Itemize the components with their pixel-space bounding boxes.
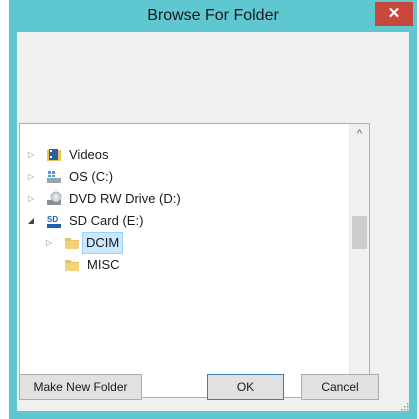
vertical-scrollbar[interactable]: ^ v bbox=[349, 124, 369, 397]
tree-item-label: Videos bbox=[69, 147, 109, 162]
resize-grip-icon[interactable] bbox=[399, 401, 409, 411]
close-icon: ✕ bbox=[387, 5, 401, 22]
windows-drive-icon bbox=[47, 171, 61, 183]
tree-item-label: DCIM bbox=[82, 232, 124, 254]
expand-arrow-icon[interactable]: ▷ bbox=[26, 188, 36, 210]
expand-arrow-icon[interactable]: ▷ bbox=[26, 166, 36, 188]
tree-item-label: SD Card (E:) bbox=[69, 213, 144, 228]
sd-card-icon: SD bbox=[47, 215, 61, 228]
scroll-up-icon[interactable]: ^ bbox=[350, 124, 369, 144]
browse-for-folder-dialog: Browse For Folder ✕ ▷ Videos ▷ OS (C:) ▷… bbox=[9, 0, 417, 419]
close-button[interactable]: ✕ bbox=[375, 2, 413, 26]
folder-icon bbox=[65, 260, 79, 271]
collapse-arrow-icon[interactable]: ◢ bbox=[26, 210, 36, 232]
cancel-button[interactable]: Cancel bbox=[301, 374, 379, 400]
tree-item-label: DVD RW Drive (D:) bbox=[69, 191, 181, 206]
ok-button[interactable]: OK bbox=[207, 374, 284, 400]
scrollbar-thumb[interactable] bbox=[352, 216, 367, 249]
dialog-title: Browse For Folder bbox=[147, 7, 279, 24]
dvd-drive-icon bbox=[47, 191, 62, 205]
tree-item-label: MISC bbox=[87, 257, 120, 272]
title-bar[interactable]: Browse For Folder ✕ bbox=[9, 0, 417, 32]
folder-icon bbox=[65, 238, 79, 249]
make-new-folder-button[interactable]: Make New Folder bbox=[19, 374, 142, 400]
svg-text:SD: SD bbox=[47, 215, 58, 224]
folder-tree[interactable]: ▷ Videos ▷ OS (C:) ▷ DVD RW Drive (D:) ◢… bbox=[19, 123, 370, 398]
videos-folder-icon bbox=[47, 149, 61, 161]
expand-arrow-icon[interactable]: ▷ bbox=[44, 232, 54, 254]
dialog-client-area: ▷ Videos ▷ OS (C:) ▷ DVD RW Drive (D:) ◢… bbox=[17, 32, 409, 411]
expand-arrow-icon[interactable]: ▷ bbox=[26, 144, 36, 166]
tree-item-label: OS (C:) bbox=[69, 169, 114, 184]
